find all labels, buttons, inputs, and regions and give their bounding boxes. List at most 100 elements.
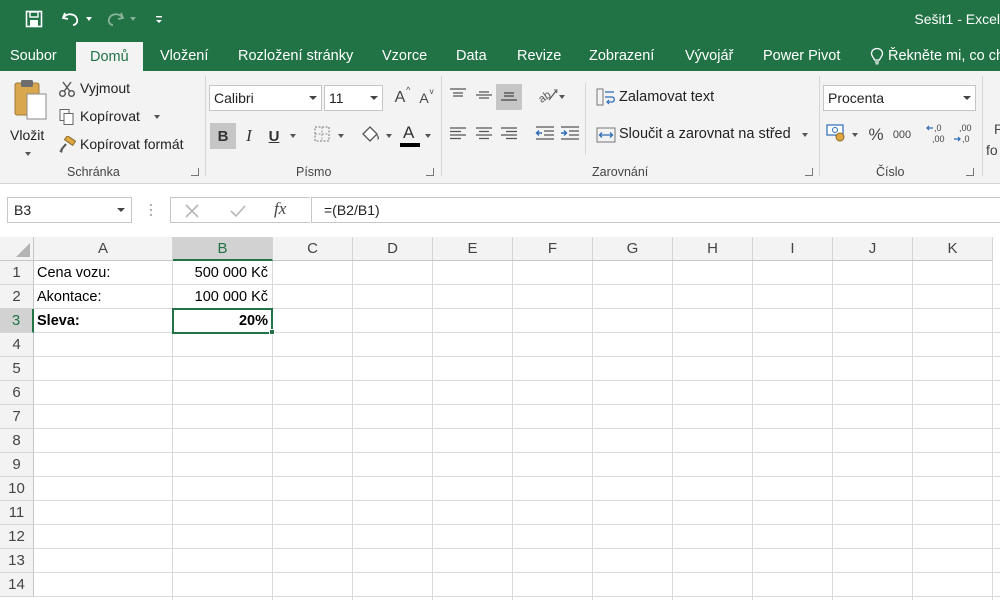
font-launcher-icon[interactable] bbox=[426, 168, 434, 176]
cell-b1[interactable]: 500 000 Kč bbox=[176, 261, 268, 285]
gridline bbox=[34, 476, 1000, 477]
accounting-format-button[interactable] bbox=[825, 122, 849, 146]
name-box[interactable]: B3 bbox=[7, 197, 132, 223]
cell-area[interactable]: Cena vozu: 500 000 Kč Akontace: 100 000 Kč S… bbox=[34, 261, 1000, 600]
insert-function-icon[interactable]: fx bbox=[274, 199, 286, 219]
tab-rozlozeni-stranky[interactable]: Rozložení stránky bbox=[238, 41, 353, 71]
styles-cutoff-line2[interactable]: fo bbox=[986, 142, 998, 158]
align-bottom-button[interactable] bbox=[496, 84, 522, 110]
row-header-9[interactable]: 9 bbox=[0, 453, 34, 477]
undo-icon[interactable] bbox=[60, 8, 82, 30]
font-color-dropdown-icon[interactable] bbox=[425, 134, 431, 138]
tab-revize[interactable]: Revize bbox=[517, 41, 561, 71]
tab-zobrazeni[interactable]: Zobrazení bbox=[589, 41, 654, 71]
fill-color-button[interactable] bbox=[358, 124, 382, 148]
borders-button[interactable] bbox=[310, 124, 334, 148]
borders-dropdown-icon[interactable] bbox=[338, 134, 344, 138]
copy-button[interactable]: Kopírovat bbox=[56, 106, 196, 128]
italic-button[interactable]: I bbox=[237, 124, 261, 148]
redo-icon[interactable] bbox=[104, 8, 126, 30]
bold-button[interactable]: B bbox=[210, 123, 236, 149]
column-header-e[interactable]: E bbox=[433, 237, 513, 261]
select-all-corner[interactable] bbox=[0, 237, 34, 261]
row-header-13[interactable]: 13 bbox=[0, 549, 34, 573]
increase-decimal-button[interactable]: ,0,00 bbox=[925, 122, 949, 150]
row-header-2[interactable]: 2 bbox=[0, 285, 34, 309]
decrease-decimal-button[interactable]: ,00,0 bbox=[952, 122, 976, 150]
column-header-b[interactable]: B bbox=[173, 237, 273, 261]
cell-a3[interactable]: Sleva: bbox=[37, 309, 168, 333]
align-right-button[interactable] bbox=[497, 123, 521, 147]
tab-power-pivot[interactable]: Power Pivot bbox=[763, 41, 840, 71]
column-header-c[interactable]: C bbox=[273, 237, 353, 261]
column-header-g[interactable]: G bbox=[593, 237, 673, 261]
align-center-button[interactable] bbox=[472, 123, 496, 147]
tab-vlozeni[interactable]: Vložení bbox=[160, 41, 208, 71]
font-color-button[interactable]: A bbox=[397, 122, 423, 150]
grow-font-button[interactable]: A ^ bbox=[388, 85, 412, 110]
cell-a1[interactable]: Cena vozu: bbox=[37, 261, 168, 285]
save-icon[interactable] bbox=[24, 8, 44, 30]
tab-data[interactable]: Data bbox=[456, 41, 487, 71]
redo-dropdown-icon[interactable] bbox=[130, 8, 136, 30]
gridline bbox=[34, 572, 1000, 573]
cell-a2[interactable]: Akontace: bbox=[37, 285, 168, 309]
row-header-7[interactable]: 7 bbox=[0, 405, 34, 429]
align-middle-button[interactable] bbox=[472, 85, 496, 109]
row-header-1[interactable]: 1 bbox=[0, 261, 34, 285]
column-header-a[interactable]: A bbox=[34, 237, 173, 261]
row-header-8[interactable]: 8 bbox=[0, 429, 34, 453]
row-header-3[interactable]: 3 bbox=[0, 309, 34, 333]
column-header-k[interactable]: K bbox=[913, 237, 993, 261]
number-launcher-icon[interactable] bbox=[966, 168, 974, 176]
font-name-combo[interactable]: Calibri bbox=[209, 85, 322, 111]
merge-center-button[interactable]: Sloučit a zarovnat na střed bbox=[594, 122, 816, 148]
decrease-indent-button[interactable] bbox=[533, 123, 557, 147]
tab-vzorce[interactable]: Vzorce bbox=[382, 41, 427, 71]
align-top-button[interactable] bbox=[446, 85, 470, 109]
format-painter-button[interactable]: Kopírovat formát bbox=[56, 134, 201, 156]
alignment-launcher-icon[interactable] bbox=[805, 168, 813, 176]
undo-dropdown-icon[interactable] bbox=[86, 8, 92, 30]
paste-button[interactable]: Vložit bbox=[6, 77, 52, 159]
tab-domu[interactable]: Domů bbox=[76, 42, 143, 71]
accounting-dropdown-icon[interactable] bbox=[852, 133, 858, 137]
tab-vyvojar[interactable]: Vývojář bbox=[685, 41, 733, 71]
cancel-icon[interactable] bbox=[184, 203, 200, 224]
align-left-button[interactable] bbox=[446, 123, 470, 147]
number-format-combo[interactable]: Procenta bbox=[823, 85, 976, 111]
increase-indent-button[interactable] bbox=[558, 123, 582, 147]
shrink-font-button[interactable]: Av bbox=[412, 86, 436, 110]
row-header-12[interactable]: 12 bbox=[0, 525, 34, 549]
customize-qat-icon[interactable] bbox=[154, 8, 164, 30]
column-header-j[interactable]: J bbox=[833, 237, 913, 261]
fill-handle[interactable] bbox=[269, 329, 275, 335]
orientation-dropdown-icon[interactable] bbox=[559, 95, 565, 99]
tab-soubor[interactable]: Soubor bbox=[10, 41, 57, 71]
row-header-5[interactable]: 5 bbox=[0, 357, 34, 381]
column-header-f[interactable]: F bbox=[513, 237, 593, 261]
row-header-14[interactable]: 14 bbox=[0, 573, 34, 597]
wrap-text-button[interactable]: Zalamovat text bbox=[594, 85, 734, 109]
row-header-4[interactable]: 4 bbox=[0, 333, 34, 357]
comma-style-button[interactable]: 000 bbox=[889, 123, 915, 147]
formula-input[interactable]: =(B2/B1) bbox=[311, 197, 1000, 223]
row-header-11[interactable]: 11 bbox=[0, 501, 34, 525]
cell-b2[interactable]: 100 000 Kč bbox=[176, 285, 268, 309]
column-header-i[interactable]: I bbox=[753, 237, 833, 261]
fill-color-dropdown-icon[interactable] bbox=[386, 134, 392, 138]
percent-style-button[interactable]: % bbox=[864, 123, 888, 147]
formula-bar-grip-icon[interactable] bbox=[149, 202, 153, 218]
tell-me-box[interactable]: Řekněte mi, co ch bbox=[870, 41, 1000, 71]
cut-button[interactable]: Vyjmout bbox=[56, 78, 196, 100]
column-header-d[interactable]: D bbox=[353, 237, 433, 261]
underline-button[interactable]: U bbox=[262, 124, 286, 148]
enter-icon[interactable] bbox=[229, 203, 247, 224]
clipboard-launcher-icon[interactable] bbox=[191, 168, 199, 176]
column-header-h[interactable]: H bbox=[673, 237, 753, 261]
row-header-10[interactable]: 10 bbox=[0, 477, 34, 501]
font-size-combo[interactable]: 11 bbox=[324, 85, 383, 111]
styles-cutoff-line1[interactable]: P bbox=[994, 121, 1000, 137]
underline-dropdown-icon[interactable] bbox=[290, 134, 296, 138]
row-header-6[interactable]: 6 bbox=[0, 381, 34, 405]
